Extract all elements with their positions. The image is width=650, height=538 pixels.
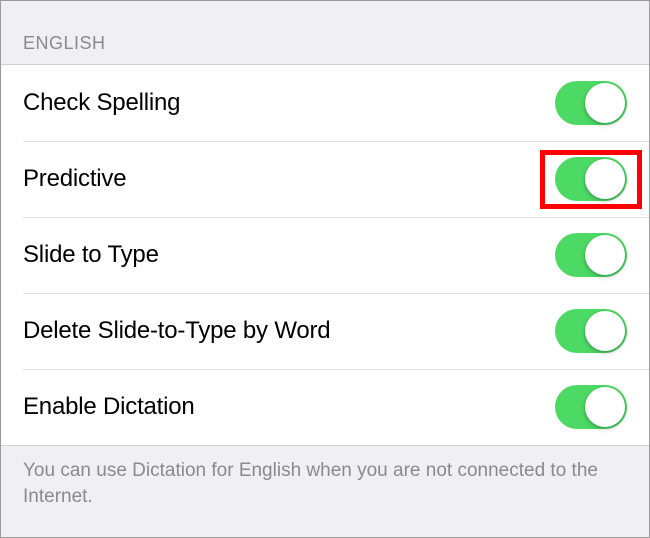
toggle-enable-dictation[interactable]: [555, 385, 627, 429]
row-slide-to-type: Slide to Type: [1, 217, 649, 293]
label-delete-slide-to-type-by-word: Delete Slide-to-Type by Word: [23, 317, 330, 345]
label-enable-dictation: Enable Dictation: [23, 393, 195, 421]
toggle-knob-icon: [585, 83, 625, 123]
toggle-predictive[interactable]: [555, 157, 627, 201]
section-footer-text: You can use Dictation for English when y…: [1, 446, 649, 521]
toggle-knob-icon: [585, 235, 625, 275]
row-predictive: Predictive: [1, 141, 649, 217]
toggle-knob-icon: [585, 387, 625, 427]
toggle-knob-icon: [585, 159, 625, 199]
toggle-slide-to-type[interactable]: [555, 233, 627, 277]
toggle-knob-icon: [585, 311, 625, 351]
label-predictive: Predictive: [23, 165, 126, 193]
row-enable-dictation: Enable Dictation: [1, 369, 649, 445]
label-check-spelling: Check Spelling: [23, 89, 180, 117]
settings-list: Check Spelling Predictive Slide to Type …: [1, 64, 649, 446]
label-slide-to-type: Slide to Type: [23, 241, 159, 269]
row-delete-slide-to-type-by-word: Delete Slide-to-Type by Word: [1, 293, 649, 369]
toggle-check-spelling[interactable]: [555, 81, 627, 125]
row-check-spelling: Check Spelling: [1, 65, 649, 141]
section-header-english: English: [1, 1, 649, 64]
toggle-delete-slide-to-type-by-word[interactable]: [555, 309, 627, 353]
